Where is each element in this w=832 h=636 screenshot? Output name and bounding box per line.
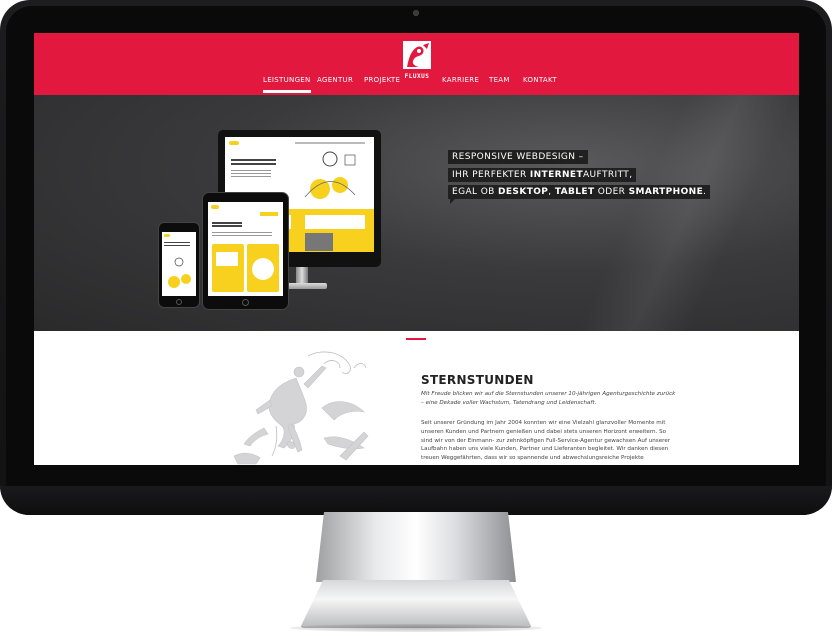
imac-stand-foot — [300, 580, 532, 628]
headline-line-1: RESPONSIVE WEBDESIGN – — [448, 150, 588, 164]
tablet-home-button — [242, 299, 249, 306]
nav-karriere[interactable]: KARRIERE — [442, 76, 479, 84]
hero-banner — [34, 95, 799, 331]
speech-bubble-tail — [450, 198, 456, 204]
intro-text: Mit Freude blicken wir auf die Sternstun… — [421, 391, 676, 406]
headline-line-3: EGAL OB DESKTOP, TABLET ODER SMARTPHONE. — [448, 185, 711, 199]
website-screen: FLUXUS LEISTUNGEN AGENTUR PROJEKTE KARRI… — [34, 33, 799, 465]
section-title: STERNSTUNDEN — [421, 373, 534, 387]
hero-shine — [539, 95, 799, 331]
mythology-illustration — [233, 351, 369, 465]
body-text: Seit unserer Gründung im Jahr 2004 konnt… — [421, 420, 671, 462]
logo-text: FLUXUS — [404, 73, 430, 80]
tablet-mockup — [202, 192, 289, 310]
camera-icon — [413, 10, 419, 16]
nav-kontakt[interactable]: KONTAKT — [523, 76, 557, 84]
section-marker — [406, 338, 426, 340]
nav-agentur[interactable]: AGENTUR — [317, 76, 353, 84]
site-header: FLUXUS LEISTUNGEN AGENTUR PROJEKTE KARRI… — [34, 33, 799, 95]
imac-stand — [316, 512, 516, 582]
phone-mockup — [158, 222, 200, 308]
imac-chin — [0, 486, 832, 515]
phone-mockup-screen — [162, 232, 196, 296]
headline-line-2: IHR PERFEKTER INTERNETAUFTRITT, — [448, 168, 637, 182]
nav-team[interactable]: TEAM — [489, 76, 510, 84]
tablet-mockup-screen — [208, 202, 283, 296]
nav-leistungen[interactable]: LEISTUNGEN — [263, 76, 311, 93]
logo-icon[interactable] — [399, 39, 435, 75]
phone-home-button — [176, 299, 182, 305]
stand-shadow — [290, 624, 542, 632]
nav-projekte[interactable]: PROJEKTE — [364, 76, 400, 84]
